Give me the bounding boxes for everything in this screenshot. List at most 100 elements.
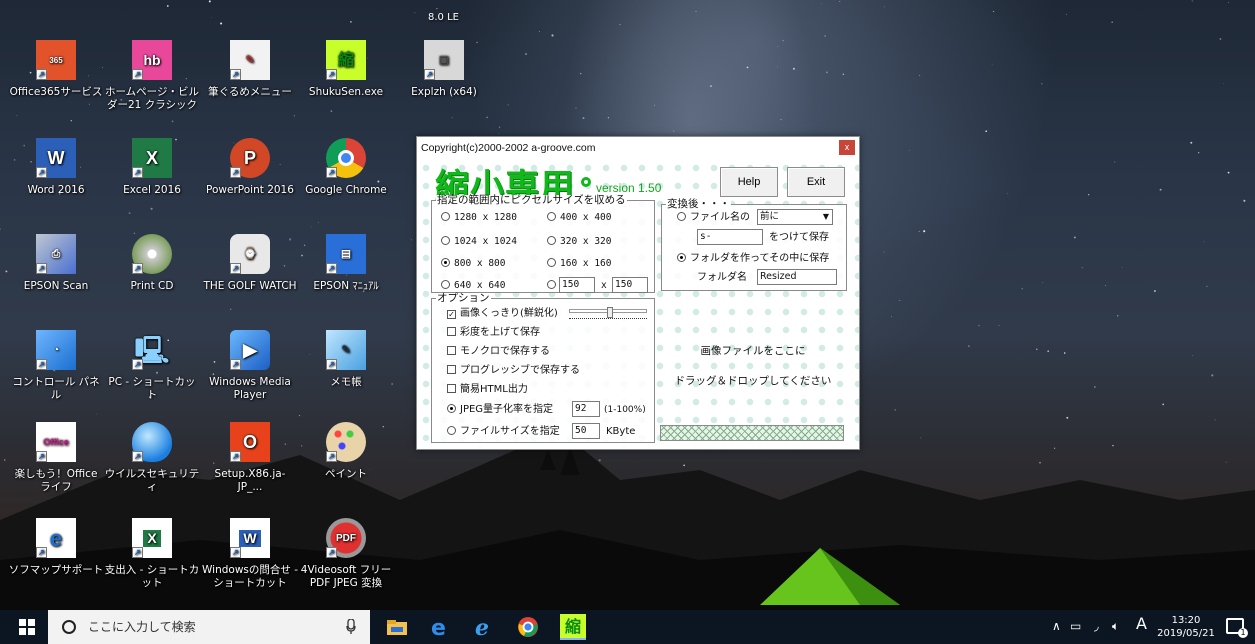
- cortana-circle-icon: [62, 620, 76, 634]
- windows-start-icon[interactable]: [19, 619, 35, 635]
- progressive-checkbox[interactable]: プログレッシブで保存する: [447, 364, 580, 378]
- file-explorer-icon[interactable]: [385, 616, 409, 638]
- monochrome-label: モノクロで保存する: [460, 346, 550, 357]
- office-setup-icon: O: [230, 422, 270, 462]
- word-file-icon: W: [230, 518, 270, 558]
- size-option-640[interactable]: 640 x 640: [441, 279, 505, 293]
- desktop-icon-epson-manual[interactable]: ▤ EPSON ﾏﾆｭｱﾙ: [298, 234, 394, 293]
- chrome-taskbar-icon[interactable]: [516, 616, 540, 638]
- exit-button[interactable]: Exit: [787, 167, 845, 197]
- size-option-160[interactable]: 160 x 160: [547, 257, 611, 271]
- desktop-icon-word-file[interactable]: W Windowsの問合せ - ショートカット: [202, 518, 298, 590]
- office365-icon: 365: [36, 40, 76, 80]
- wifi-icon[interactable]: ◞: [1094, 619, 1099, 633]
- jpeg-quality-input[interactable]: 92: [572, 401, 600, 417]
- desktop-icon-sofmap[interactable]: e ソフマップサポート: [8, 518, 104, 577]
- monochrome-checkbox[interactable]: モノクロで保存する: [447, 345, 550, 359]
- edge-icon[interactable]: e: [428, 616, 452, 638]
- notification-center-icon[interactable]: 1: [1226, 618, 1248, 638]
- desktop-icon-homepage-builder[interactable]: hb ホームページ・ビルダー21 クラシック: [104, 40, 200, 112]
- fudegurume-icon: ✎: [230, 40, 270, 80]
- html-output-checkbox[interactable]: 簡易HTML出力: [447, 383, 528, 397]
- taskbar-search-box[interactable]: ここに入力して検索: [48, 610, 370, 644]
- prefix-option[interactable]: ファイル名の: [677, 211, 750, 225]
- size-option-400[interactable]: 400 x 400: [547, 211, 611, 225]
- desktop-icon-fudegurume[interactable]: ✎ 筆ぐるめメニュー: [202, 40, 298, 99]
- size-option-320[interactable]: 320 x 320: [547, 235, 611, 249]
- desktop-icon-label: PowerPoint 2016: [206, 184, 294, 196]
- radio-icon: [547, 258, 556, 267]
- shukusen-taskbar-icon[interactable]: 縮: [560, 614, 586, 640]
- size-option-1280[interactable]: 1280 x 1280: [441, 211, 517, 225]
- custom-width-input[interactable]: 150: [559, 277, 595, 293]
- prefix-text-input[interactable]: s-: [697, 229, 763, 245]
- jpeg-quality-label: JPEG量子化率を指定: [460, 404, 554, 415]
- desktop-icon-office-life[interactable]: Office 楽しもう！Office ライフ: [8, 422, 104, 494]
- desktop-icon-label: コントロール パネル: [12, 376, 100, 401]
- radio-icon: [547, 212, 556, 221]
- desktop-icon-powerpoint[interactable]: P PowerPoint 2016: [202, 138, 298, 197]
- custom-height-input[interactable]: 150: [612, 277, 648, 293]
- radio-icon: [547, 280, 556, 289]
- partial-icon-label: 8.0 LE: [428, 12, 459, 23]
- desktop-icon-chrome[interactable]: Google Chrome: [298, 138, 394, 197]
- epson-manual-icon: ▤: [326, 234, 366, 274]
- clock-time: 13:20: [1171, 615, 1201, 626]
- desktop-icon-print-cd[interactable]: Print CD: [104, 234, 200, 293]
- clock[interactable]: 13:20 2019/05/21: [1155, 614, 1217, 640]
- chevron-up-icon[interactable]: ∧: [1052, 619, 1061, 633]
- desktop-icon-golf-watch[interactable]: ⌚ THE GOLF WATCH: [202, 234, 298, 293]
- jpeg-quality-option[interactable]: JPEG量子化率を指定: [447, 403, 553, 417]
- microphone-icon[interactable]: [346, 619, 356, 635]
- window-titlebar[interactable]: Copyright(c)2000-2002 a-groove.com x: [417, 137, 859, 159]
- radio-icon: [547, 236, 556, 245]
- filesize-input[interactable]: 50: [572, 423, 600, 439]
- shukusen-window: Copyright(c)2000-2002 a-groove.com x 縮小専…: [416, 136, 860, 450]
- checkbox-icon: [447, 327, 456, 336]
- filesize-unit: KByte: [606, 426, 636, 437]
- sharpen-checkbox[interactable]: ✓ 画像くっきり(鮮鋭化): [447, 307, 558, 321]
- desktop-icon-shukusen[interactable]: 縮 ShukuSen.exe: [298, 40, 394, 99]
- prefix-option-label: ファイル名の: [690, 212, 750, 223]
- desktop-icon-label: 支出入 - ショートカット: [104, 564, 200, 589]
- explzh-icon: ▣: [424, 40, 464, 80]
- excel-file-icon: X: [132, 518, 172, 558]
- size-option-label: 320 x 320: [560, 236, 612, 247]
- internet-explorer-icon[interactable]: e: [472, 616, 496, 638]
- window-client: 縮小専用 version 1.50 Help Exit 指定の範囲内にピクセルサ…: [417, 159, 859, 449]
- desktop-icon-paint[interactable]: ペイント: [298, 422, 394, 481]
- desktop-icon-excel[interactable]: X Excel 2016: [104, 138, 200, 197]
- desktop-icon-pc[interactable]: 🖳 PC - ショートカット: [104, 330, 200, 402]
- ime-indicator[interactable]: A: [1136, 616, 1147, 632]
- folder-name-input[interactable]: Resized: [757, 269, 837, 285]
- desktop-icon-epson-scan[interactable]: ⎙ EPSON Scan: [8, 234, 104, 293]
- size-option-1024[interactable]: 1024 x 1024: [441, 235, 517, 249]
- desktop-icon-explzh[interactable]: ▣ Explzh (x64): [396, 40, 492, 99]
- search-placeholder: ここに入力して検索: [88, 620, 196, 634]
- desktop-icon-excel-file[interactable]: X 支出入 - ショートカット: [104, 518, 200, 590]
- desktop-icon-office-setup[interactable]: O Setup.X86.ja-JP_...: [202, 422, 298, 494]
- sharpness-slider[interactable]: [569, 307, 647, 319]
- paint-icon: [326, 422, 366, 462]
- window-title: Copyright(c)2000-2002 a-groove.com: [421, 142, 596, 154]
- desktop-icon-office365[interactable]: 365 Office365サービス: [8, 40, 104, 99]
- desktop-icon-pdf-jpeg[interactable]: PDF 4Videosoft フリーPDF JPEG 変換: [298, 518, 394, 590]
- prefix-position-select[interactable]: 前に ▼: [757, 209, 833, 225]
- desktop-icon-notepad[interactable]: ✎ メモ帳: [298, 330, 394, 389]
- close-button[interactable]: x: [839, 140, 855, 155]
- folder-option[interactable]: フォルダを作ってその中に保存: [677, 252, 829, 266]
- desktop-icon-word[interactable]: W Word 2016: [8, 138, 104, 197]
- desktop-icon-virus-security[interactable]: ウイルスセキュリティ: [104, 422, 200, 494]
- desktop-icon-label: Excel 2016: [123, 184, 181, 196]
- filesize-option[interactable]: ファイルサイズを指定: [447, 425, 560, 439]
- help-button[interactable]: Help: [720, 167, 778, 197]
- volume-icon[interactable]: 🔈︎: [1112, 619, 1119, 633]
- desktop-icon-media-player[interactable]: ▶ Windows Media Player: [202, 330, 298, 402]
- battery-icon[interactable]: ▭: [1070, 619, 1081, 633]
- prefix-position-value: 前に: [760, 211, 780, 222]
- size-option-800[interactable]: 800 x 800: [441, 257, 505, 271]
- desktop-icon-control-panel[interactable]: ◔ コントロール パネル: [8, 330, 104, 402]
- saturation-checkbox[interactable]: 彩度を上げて保存: [447, 326, 540, 340]
- slider-thumb[interactable]: [607, 307, 613, 318]
- progress-hatch-bar: [660, 425, 844, 441]
